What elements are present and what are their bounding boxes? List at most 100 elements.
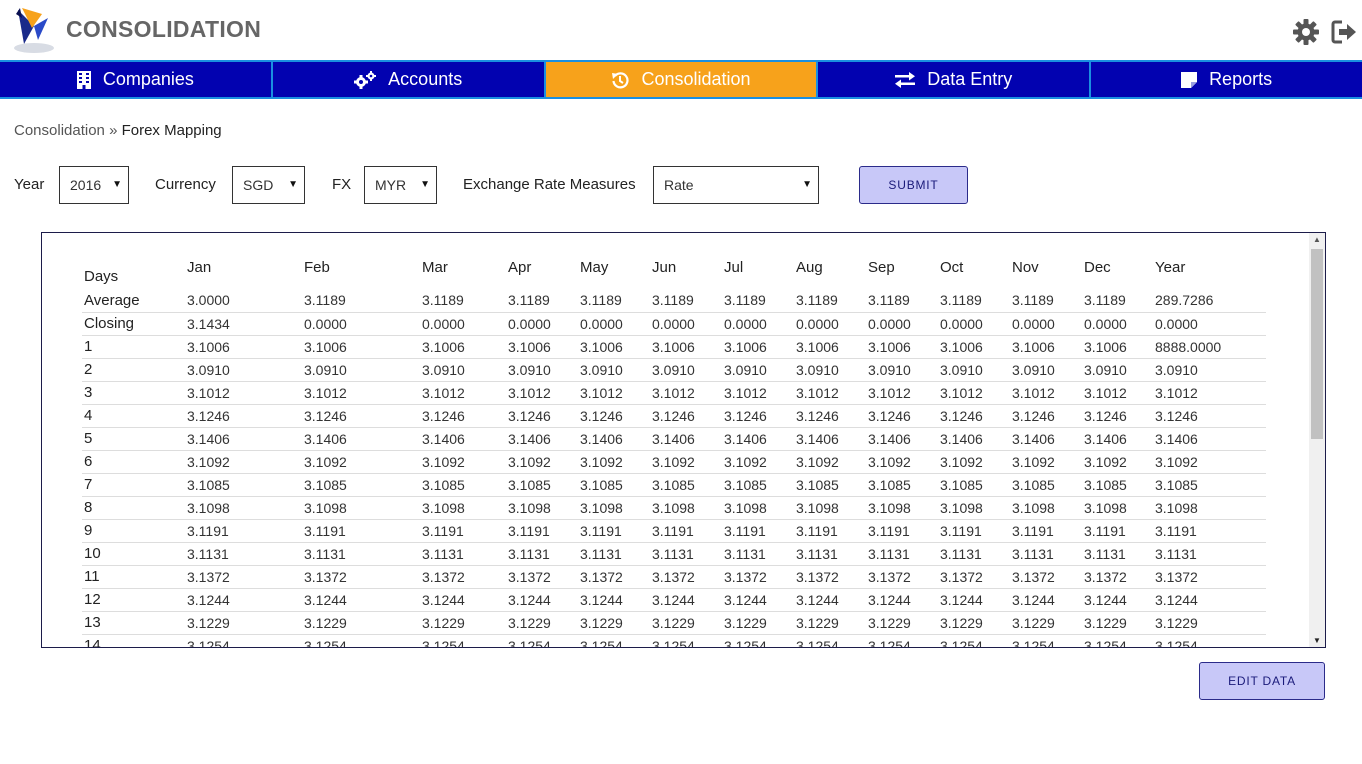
note-icon (1181, 71, 1198, 88)
rate-cell: 3.1191 (506, 519, 578, 543)
rate-cell: 3.1229 (420, 611, 506, 635)
rate-cell: 3.1012 (722, 381, 794, 405)
submit-button[interactable]: SUBMIT (859, 166, 968, 204)
rate-cell: 3.1229 (866, 611, 938, 635)
rate-cell: 3.1191 (1010, 519, 1082, 543)
rate-cell: 3.1372 (506, 565, 578, 589)
tab-consolidation[interactable]: Consolidation (545, 62, 819, 97)
rate-cell: 3.1012 (1010, 381, 1082, 405)
rate-cell: 3.1254 (302, 634, 420, 647)
rate-cell: 3.1006 (866, 335, 938, 359)
rate-cell: 3.1244 (1010, 588, 1082, 612)
rate-cell: 0.0000 (420, 312, 506, 336)
edit-data-button[interactable]: EDIT DATA (1199, 662, 1325, 700)
rate-cell: 3.1189 (420, 289, 506, 313)
rate-cell: 3.1372 (420, 565, 506, 589)
rate-cell: 3.1229 (506, 611, 578, 635)
rate-cell: 3.1098 (722, 496, 794, 520)
row-label: 3 (82, 381, 185, 405)
forex-table: Days Jan Feb Mar Apr May Jun Jul Aug Sep Oct Nov Dec… (82, 245, 1266, 647)
logout-icon[interactable] (1330, 18, 1358, 46)
rate-cell: 3.1246 (650, 404, 722, 428)
rate-cell: 3.1012 (866, 381, 938, 405)
measure-select[interactable]: Rate ▼ (653, 166, 819, 204)
rate-cell: 3.1372 (578, 565, 650, 589)
gear-icon[interactable] (1292, 18, 1320, 46)
rate-cell: 3.1406 (1010, 427, 1082, 451)
rate-cell: 3.1406 (1153, 427, 1266, 451)
table-row: 1 3.1006 3.1006 3.1006 3.1006 3.1006 3.1006 3.1… (82, 335, 1266, 359)
rate-cell: 3.1131 (302, 542, 420, 566)
vertical-scrollbar[interactable]: ▲ ▼ (1309, 233, 1325, 647)
rate-cell: 3.1131 (794, 542, 866, 566)
scroll-thumb[interactable] (1311, 249, 1323, 439)
rate-cell: 3.1098 (650, 496, 722, 520)
rate-cell: 3.1092 (506, 450, 578, 474)
measure-value: Rate (664, 177, 694, 193)
rate-cell: 3.1229 (1082, 611, 1153, 635)
rate-cell: 3.1085 (722, 473, 794, 497)
fx-value: MYR (375, 177, 407, 193)
rate-cell: 3.1092 (302, 450, 420, 474)
table-row: 11 3.1372 3.1372 3.1372 3.1372 3.1372 3.1372 3.… (82, 565, 1266, 589)
rate-cell: 3.1406 (578, 427, 650, 451)
rate-cell: 3.1006 (650, 335, 722, 359)
rate-cell: 3.1372 (1153, 565, 1266, 589)
rate-cell: 3.1254 (1153, 634, 1266, 647)
fx-select[interactable]: MYR ▼ (364, 166, 437, 204)
tab-label: Reports (1209, 69, 1273, 89)
rate-cell: 3.1406 (794, 427, 866, 451)
rate-cell: 3.1246 (1010, 404, 1082, 428)
rate-cell: 3.1229 (650, 611, 722, 635)
rate-cell: 3.1244 (1153, 588, 1266, 612)
rate-cell: 3.1246 (866, 404, 938, 428)
rate-cell: 3.1191 (420, 519, 506, 543)
rate-cell: 3.1012 (506, 381, 578, 405)
tab-companies[interactable]: Companies (0, 62, 273, 97)
rate-cell: 3.1098 (1010, 496, 1082, 520)
rate-cell: 3.1244 (866, 588, 938, 612)
rate-cell: 3.1406 (185, 427, 302, 451)
tab-label: Accounts (388, 69, 463, 89)
year-select[interactable]: 2016 ▼ (59, 166, 129, 204)
rate-cell: 3.0000 (185, 289, 302, 313)
rate-cell: 3.1229 (722, 611, 794, 635)
rate-cell: 3.1131 (1153, 542, 1266, 566)
rate-cell: 3.1131 (506, 542, 578, 566)
rate-cell: 3.1092 (1082, 450, 1153, 474)
rate-cell: 3.1006 (722, 335, 794, 359)
rate-cell: 3.1254 (722, 634, 794, 647)
rate-cell: 3.1085 (506, 473, 578, 497)
rate-cell: 3.0910 (794, 358, 866, 382)
table-row: 3 3.1012 3.1012 3.1012 3.1012 3.1012 3.1012 3.1… (82, 381, 1266, 405)
rate-cell: 3.1189 (578, 289, 650, 313)
rate-cell: 3.1189 (938, 289, 1010, 313)
tab-reports[interactable]: Reports (1091, 62, 1362, 97)
rate-cell: 3.1006 (578, 335, 650, 359)
rate-cell: 3.1085 (578, 473, 650, 497)
tab-data-entry[interactable]: Data Entry (818, 62, 1092, 97)
rate-cell: 3.0910 (185, 358, 302, 382)
row-label: Average (82, 289, 185, 313)
tab-label: Companies (102, 69, 194, 89)
row-label: 2 (82, 358, 185, 382)
tab-accounts[interactable]: Accounts (273, 62, 546, 97)
scroll-down-icon[interactable]: ▼ (1313, 636, 1321, 645)
breadcrumb-parent[interactable]: Consolidation (14, 122, 105, 139)
scroll-up-icon[interactable]: ▲ (1313, 235, 1321, 244)
rate-cell: 3.1191 (722, 519, 794, 543)
rate-cell: 3.1254 (420, 634, 506, 647)
rate-cell: 3.1254 (1082, 634, 1153, 647)
rate-cell: 3.1406 (650, 427, 722, 451)
currency-select[interactable]: SGD ▼ (232, 166, 305, 204)
breadcrumb: Consolidation » Forex Mapping (14, 122, 222, 139)
rate-cell: 3.1092 (794, 450, 866, 474)
row-label: 8 (82, 496, 185, 520)
rate-cell: 3.1372 (185, 565, 302, 589)
rate-cell: 3.1092 (1010, 450, 1082, 474)
rate-cell: 3.1372 (794, 565, 866, 589)
column-header: Jun (652, 258, 677, 276)
forex-table-panel[interactable]: Days Jan Feb Mar Apr May Jun Jul Aug Sep Oct Nov Dec… (41, 232, 1326, 648)
rate-cell: 3.1006 (420, 335, 506, 359)
rate-cell: 3.1006 (794, 335, 866, 359)
